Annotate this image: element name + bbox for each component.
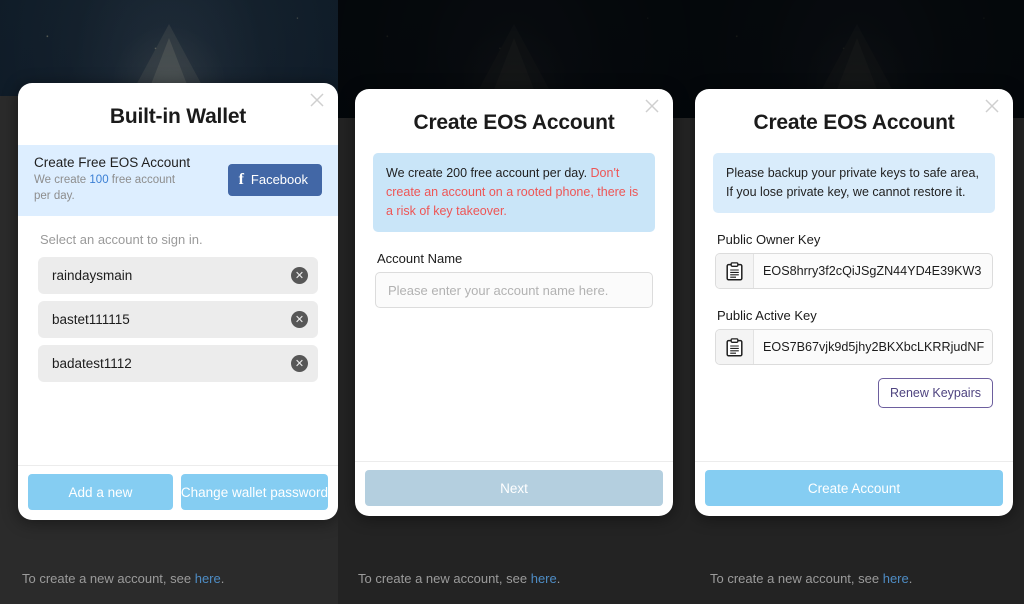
dialog-built-in-wallet: Built-in Wallet Create Free EOS Account … — [18, 83, 338, 520]
notice-normal-text: Please backup your private keys to safe … — [726, 166, 979, 199]
info-notice: Please backup your private keys to safe … — [713, 153, 995, 213]
facebook-login-button[interactable]: f Facebook — [227, 163, 322, 196]
hint-suffix: . — [556, 571, 561, 586]
hint-link-here[interactable]: here — [195, 571, 221, 586]
public-active-key-row: EOS7B67vjk9d5jhy2BKXbcLKRRjudNF — [715, 329, 993, 365]
keys-section: Public Owner Key EOS8hrry3f2cQiJSgZN44YD… — [695, 213, 1013, 461]
dialog-footer: Add a new Change wallet password — [18, 465, 338, 520]
page-title: Create EOS Account — [753, 111, 955, 134]
page-title: Create EOS Account — [413, 111, 615, 134]
change-wallet-password-button[interactable]: Change wallet password — [180, 474, 328, 510]
page-title: Built-in Wallet — [109, 105, 247, 128]
dialog-create-eos-account-step2: Create EOS Account Please backup your pr… — [695, 89, 1013, 516]
add-a-new-button[interactable]: Add a new — [28, 474, 173, 510]
clipboard-icon[interactable] — [716, 330, 754, 364]
public-owner-key-row: EOS8hrry3f2cQiJSgZN44YD4E39KW3 — [715, 253, 993, 289]
public-active-key-value: EOS7B67vjk9d5jhy2BKXbcLKRRjudNF — [763, 340, 985, 354]
clipboard-icon[interactable] — [716, 254, 754, 288]
panel-create-account-step2: Create EOS Account Please backup your pr… — [690, 0, 1024, 604]
promo-banner: Create Free EOS Account We create 100 fr… — [18, 145, 338, 217]
notice-normal-text: We create 200 free account per day. — [386, 166, 591, 180]
close-icon[interactable] — [641, 95, 663, 117]
account-name-input[interactable] — [375, 272, 653, 308]
hint-prefix: To create a new account, see — [22, 571, 195, 586]
delete-account-icon[interactable]: ✕ — [291, 267, 308, 285]
account-name: raindaysmain — [52, 268, 133, 284]
renew-keypairs-button[interactable]: Renew Keypairs — [877, 378, 993, 408]
hint-suffix: . — [220, 571, 225, 586]
account-name-label: Account Name — [377, 251, 463, 266]
dialog-header: Create EOS Account — [355, 89, 673, 151]
promo-text: Create Free EOS Account We create 100 fr… — [34, 155, 218, 204]
hint-link-here[interactable]: here — [883, 571, 909, 586]
list-item[interactable]: bastet111115 ✕ — [38, 301, 318, 339]
dialog-footer: Next — [355, 461, 673, 516]
account-name: bastet111115 — [52, 312, 130, 328]
select-account-label: Select an account to sign in. — [40, 232, 203, 248]
delete-account-icon[interactable]: ✕ — [291, 355, 308, 373]
bottom-hint: To create a new account, see here. — [338, 571, 690, 586]
create-account-button[interactable]: Create Account — [705, 470, 1003, 506]
list-item[interactable]: badatest1112 ✕ — [38, 345, 318, 383]
dialog-footer: Create Account — [695, 461, 1013, 516]
promo-subtitle: We create 100 free account per day. — [34, 173, 189, 204]
next-button[interactable]: Next — [365, 470, 663, 506]
close-icon[interactable] — [306, 89, 328, 111]
screenshot-root: Built-in Wallet Create Free EOS Account … — [0, 0, 1024, 604]
account-list-section: Select an account to sign in. raindaysma… — [18, 216, 338, 465]
hint-prefix: To create a new account, see — [710, 571, 883, 586]
panel-create-account-step1: Create EOS Account We create 200 free ac… — [338, 0, 690, 604]
list-item[interactable]: raindaysmain ✕ — [38, 257, 318, 295]
info-notice: We create 200 free account per day. Don'… — [373, 153, 655, 232]
dialog-create-eos-account-step1: Create EOS Account We create 200 free ac… — [355, 89, 673, 516]
promo-sub-prefix: We create — [34, 174, 90, 186]
account-name: badatest1112 — [52, 356, 132, 372]
renew-keypairs-wrapper: Renew Keypairs — [715, 378, 993, 408]
dialog-header: Create EOS Account — [695, 89, 1013, 151]
account-name-section: Account Name — [355, 232, 673, 461]
promo-title: Create Free EOS Account — [34, 155, 191, 170]
hint-link-here[interactable]: here — [531, 571, 557, 586]
public-owner-key-label: Public Owner Key — [717, 232, 821, 247]
public-owner-key-value: EOS8hrry3f2cQiJSgZN44YD4E39KW3 — [763, 264, 982, 278]
hint-prefix: To create a new account, see — [358, 571, 531, 586]
panel-built-in-wallet: Built-in Wallet Create Free EOS Account … — [0, 0, 338, 604]
bottom-hint: To create a new account, see here. — [690, 571, 1024, 586]
dialog-header: Built-in Wallet — [18, 83, 338, 145]
close-icon[interactable] — [981, 95, 1003, 117]
promo-sub-count: 100 — [89, 174, 109, 186]
delete-account-icon[interactable]: ✕ — [291, 311, 308, 329]
facebook-icon: f — [238, 170, 244, 188]
public-active-key-label: Public Active Key — [717, 308, 817, 323]
facebook-button-label: Facebook — [250, 172, 308, 188]
bottom-hint: To create a new account, see here. — [0, 571, 338, 586]
hint-suffix: . — [908, 571, 913, 586]
